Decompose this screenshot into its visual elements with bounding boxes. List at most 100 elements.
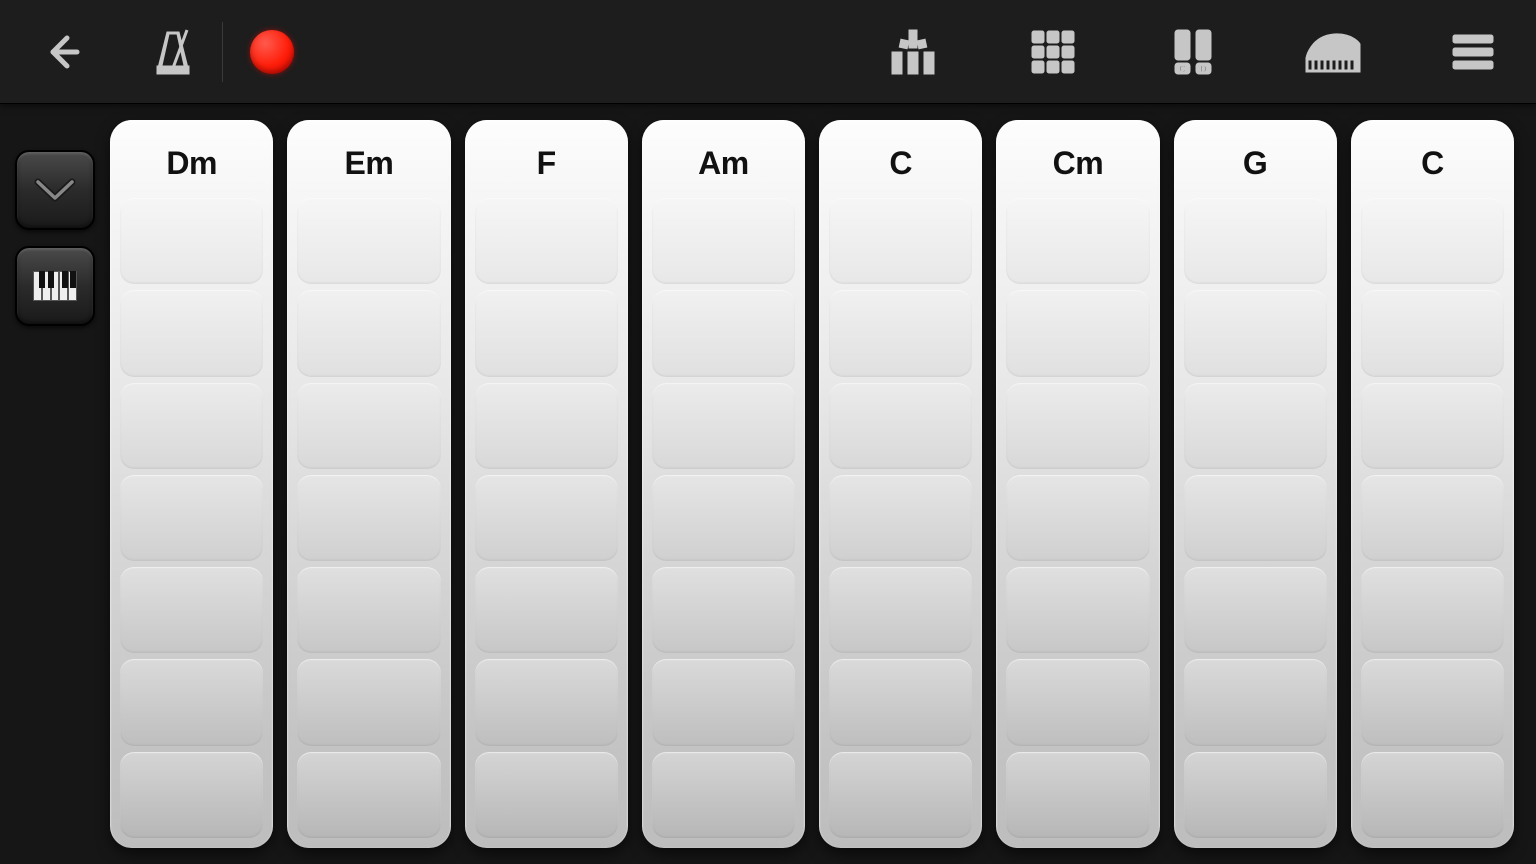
chord-segment[interactable]	[1184, 198, 1327, 284]
svg-text:D: D	[1200, 64, 1207, 74]
chord-segment[interactable]	[652, 659, 795, 745]
chord-segment[interactable]	[297, 475, 440, 561]
chord-segment[interactable]	[829, 475, 972, 561]
chord-segment[interactable]	[1361, 475, 1504, 561]
chord-pads-button[interactable]: C D	[1158, 17, 1228, 87]
chord-label: Cm	[1006, 128, 1149, 198]
chevron-down-icon	[34, 176, 76, 204]
chord-segment[interactable]	[1184, 659, 1327, 745]
chord-segment[interactable]	[120, 659, 263, 745]
chord-segment[interactable]	[475, 752, 618, 838]
chord-segment[interactable]	[652, 567, 795, 653]
chord-segment[interactable]	[1006, 290, 1149, 376]
chord-segments	[1361, 198, 1504, 838]
menu-icon	[1451, 33, 1495, 71]
chord-label: Em	[297, 128, 440, 198]
chord-strip[interactable]: G	[1174, 120, 1337, 848]
record-icon	[250, 30, 294, 74]
chord-segment[interactable]	[475, 475, 618, 561]
record-button[interactable]	[237, 17, 307, 87]
chord-segment[interactable]	[120, 567, 263, 653]
metronome-icon	[151, 28, 195, 76]
chord-segment[interactable]	[120, 475, 263, 561]
chord-segments	[1184, 198, 1327, 838]
chord-pads-icon: C D	[1169, 28, 1217, 76]
chord-segment[interactable]	[475, 567, 618, 653]
chord-segment[interactable]	[1006, 567, 1149, 653]
chord-strip[interactable]: Am	[642, 120, 805, 848]
piano-icon	[1304, 28, 1362, 76]
chord-segment[interactable]	[297, 290, 440, 376]
chord-label: Am	[652, 128, 795, 198]
chord-segment[interactable]	[1361, 567, 1504, 653]
keyboard-mode-button[interactable]	[15, 246, 95, 326]
chord-segment[interactable]	[1006, 383, 1149, 469]
chord-segment[interactable]	[1184, 383, 1327, 469]
chord-segment[interactable]	[829, 383, 972, 469]
chord-label: C	[829, 128, 972, 198]
chord-strip[interactable]: C	[1351, 120, 1514, 848]
chord-segment[interactable]	[475, 383, 618, 469]
chord-segment[interactable]	[1361, 290, 1504, 376]
chord-strips: DmEmFAmCCmGC	[110, 120, 1536, 864]
chord-strip[interactable]: Dm	[110, 120, 273, 848]
pad-grid-button[interactable]	[1018, 17, 1088, 87]
chord-segment[interactable]	[1361, 198, 1504, 284]
chord-segment[interactable]	[652, 198, 795, 284]
chord-segment[interactable]	[120, 383, 263, 469]
chord-segment[interactable]	[1006, 198, 1149, 284]
chord-segment[interactable]	[829, 752, 972, 838]
chord-segment[interactable]	[1361, 752, 1504, 838]
svg-text:C: C	[1179, 64, 1186, 74]
back-button[interactable]	[28, 17, 98, 87]
chord-segment[interactable]	[829, 198, 972, 284]
top-toolbar: C D	[0, 0, 1536, 104]
chord-segment[interactable]	[829, 290, 972, 376]
chord-strip[interactable]: Cm	[996, 120, 1159, 848]
body: DmEmFAmCCmGC	[0, 104, 1536, 864]
chord-segment[interactable]	[475, 290, 618, 376]
chord-segment[interactable]	[297, 383, 440, 469]
chord-segment[interactable]	[652, 475, 795, 561]
chord-segment[interactable]	[1006, 475, 1149, 561]
chord-segment[interactable]	[297, 752, 440, 838]
chord-segment[interactable]	[1361, 383, 1504, 469]
chord-strip[interactable]: F	[465, 120, 628, 848]
chord-segment[interactable]	[120, 198, 263, 284]
chord-segment[interactable]	[297, 198, 440, 284]
arpeggiator-button[interactable]	[878, 17, 948, 87]
chord-segment[interactable]	[120, 752, 263, 838]
chord-strip[interactable]: Em	[287, 120, 450, 848]
chord-segment[interactable]	[1184, 752, 1327, 838]
side-controls	[0, 120, 110, 864]
menu-button[interactable]	[1438, 17, 1508, 87]
chord-segment[interactable]	[297, 567, 440, 653]
keyboard-instrument-button[interactable]	[1298, 17, 1368, 87]
collapse-button[interactable]	[15, 150, 95, 230]
chord-segment[interactable]	[652, 752, 795, 838]
chord-segments	[1006, 198, 1149, 838]
chord-segment[interactable]	[475, 198, 618, 284]
chord-segment[interactable]	[475, 659, 618, 745]
chord-label: Dm	[120, 128, 263, 198]
chord-strip[interactable]: C	[819, 120, 982, 848]
chord-segments	[120, 198, 263, 838]
chord-segment[interactable]	[1184, 290, 1327, 376]
chord-segments	[475, 198, 618, 838]
chord-segment[interactable]	[120, 290, 263, 376]
back-arrow-icon	[43, 32, 83, 72]
chord-segment[interactable]	[1361, 659, 1504, 745]
chord-segment[interactable]	[652, 290, 795, 376]
metronome-button[interactable]	[138, 17, 208, 87]
toolbar-separator	[222, 22, 223, 82]
app-root: C D	[0, 0, 1536, 864]
chord-segment[interactable]	[829, 567, 972, 653]
chord-segment[interactable]	[829, 659, 972, 745]
chord-segments	[829, 198, 972, 838]
chord-segment[interactable]	[652, 383, 795, 469]
chord-segment[interactable]	[297, 659, 440, 745]
chord-segment[interactable]	[1006, 752, 1149, 838]
chord-segment[interactable]	[1006, 659, 1149, 745]
chord-segment[interactable]	[1184, 475, 1327, 561]
chord-segment[interactable]	[1184, 567, 1327, 653]
